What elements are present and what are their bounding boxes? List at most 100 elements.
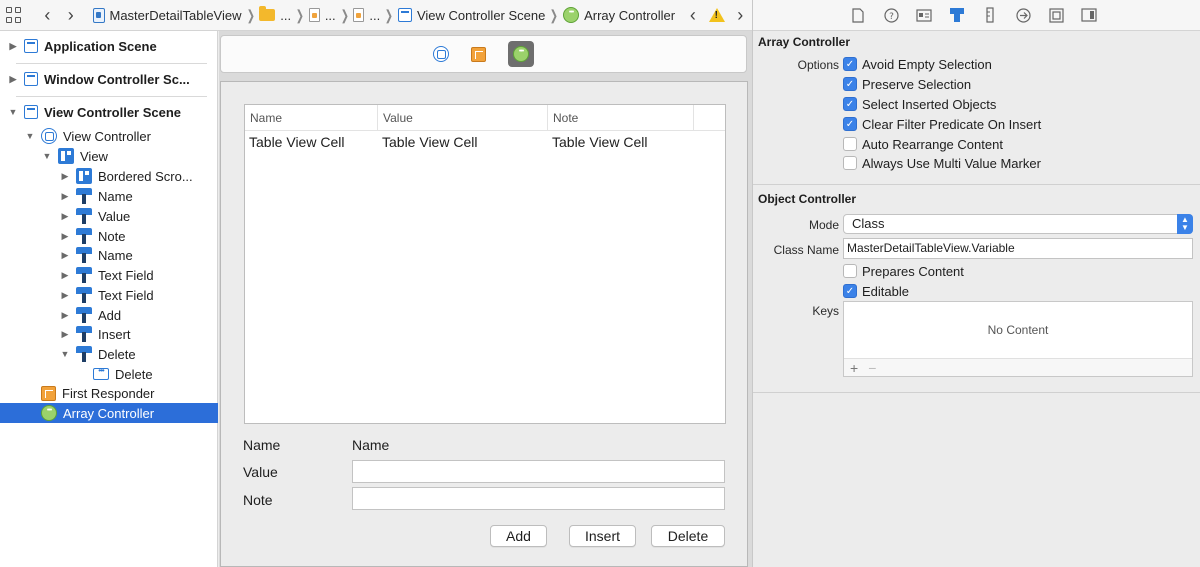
disclosure-triangle-icon[interactable]: ▶ — [60, 329, 70, 340]
remove-key-icon[interactable]: − — [868, 360, 876, 376]
breadcrumb-scene[interactable]: View Controller Scene — [397, 8, 545, 23]
checkbox-checked-icon[interactable]: ✓ — [843, 57, 857, 71]
outline-row-delete-button[interactable]: ▼ Delete — [0, 344, 218, 364]
disclosure-triangle-icon[interactable]: ▶ — [60, 310, 70, 321]
divider — [16, 63, 207, 64]
preserve-selection-checkbox[interactable]: ✓ Preserve Selection — [843, 75, 971, 93]
table-row[interactable]: Table View Cell Table View Cell Table Vi… — [245, 131, 725, 153]
storyboard-canvas[interactable]: Name Value Note Table View Cell Table Vi… — [219, 31, 752, 567]
checkbox-checked-icon[interactable]: ✓ — [843, 77, 857, 91]
prepares-content-checkbox[interactable]: Prepares Content — [843, 262, 964, 280]
outline-row-application-scene[interactable]: ▶ Application Scene — [0, 36, 218, 56]
keys-table[interactable]: No Content + − — [843, 301, 1193, 377]
select-inserted-objects-checkbox[interactable]: ✓ Select Inserted Objects — [843, 95, 996, 113]
outline-row-view[interactable]: ▼ View — [0, 146, 218, 166]
attributes-inspector-icon[interactable] — [949, 7, 965, 23]
warning-icon[interactable] — [708, 8, 725, 22]
view-controller-window[interactable]: Name Value Note Table View Cell Table Vi… — [220, 81, 748, 567]
always-use-multi-value-marker-checkbox[interactable]: Always Use Multi Value Marker — [843, 154, 1041, 172]
disclosure-triangle-icon[interactable]: ▶ — [60, 211, 70, 222]
disclosure-triangle-icon[interactable]: ▶ — [8, 74, 18, 85]
avoid-empty-selection-checkbox[interactable]: ✓ Avoid Empty Selection — [843, 55, 992, 73]
disclosure-triangle-icon[interactable]: ▶ — [60, 270, 70, 281]
disclosure-triangle-icon[interactable]: ▼ — [25, 131, 35, 141]
breadcrumb-separator: ❯ — [550, 6, 559, 23]
disclosure-triangle-icon[interactable]: ▶ — [60, 191, 70, 202]
mode-popup-button[interactable]: Class ▲ ▼ — [843, 214, 1193, 234]
checkbox-unchecked-icon[interactable] — [843, 264, 857, 278]
first-responder-dock-icon[interactable] — [471, 46, 486, 62]
outline-row-name-field[interactable]: ▶ Name — [0, 245, 218, 265]
array-controller-dock-button[interactable] — [508, 41, 534, 67]
disclosure-triangle-icon[interactable]: ▶ — [60, 231, 70, 242]
breadcrumb-separator: ❯ — [246, 6, 255, 23]
quick-help-icon[interactable]: ? — [883, 7, 899, 23]
table-cell[interactable]: Table View Cell — [378, 134, 548, 150]
editable-checkbox[interactable]: ✓ Editable — [843, 282, 909, 300]
outline-row-insert-button[interactable]: ▶ Insert — [0, 324, 218, 344]
back-arrow-icon[interactable]: ‹ — [36, 6, 59, 24]
add-button[interactable]: Add — [490, 525, 547, 547]
connections-inspector-icon[interactable] — [1015, 7, 1031, 23]
breadcrumb-file[interactable]: ... — [308, 8, 336, 23]
outline-row-name-label[interactable]: ▶ Name — [0, 186, 218, 206]
disclosure-triangle-icon[interactable]: ▶ — [60, 250, 70, 261]
column-header-note[interactable]: Note — [548, 105, 694, 130]
checkbox-checked-icon[interactable]: ✓ — [843, 284, 857, 298]
disclosure-triangle-icon[interactable]: ▼ — [42, 151, 52, 161]
note-text-field[interactable] — [352, 487, 725, 510]
breadcrumb-folder[interactable]: ... — [259, 6, 292, 23]
disclosure-triangle-icon[interactable]: ▼ — [60, 349, 70, 359]
identity-inspector-icon[interactable] — [916, 7, 932, 23]
previous-issue-icon[interactable]: ‹ — [681, 6, 704, 24]
auto-rearrange-content-checkbox[interactable]: Auto Rearrange Content — [843, 135, 1003, 153]
file-inspector-icon[interactable] — [850, 7, 866, 23]
table-cell[interactable]: Table View Cell — [548, 134, 694, 150]
table-view[interactable]: Name Value Note Table View Cell Table Vi… — [244, 104, 726, 424]
breadcrumb-separator: ❯ — [384, 6, 394, 23]
outline-row-text-field[interactable]: ▶ Text Field — [0, 265, 218, 285]
disclosure-triangle-icon[interactable]: ▶ — [8, 41, 18, 52]
checkbox-checked-icon[interactable]: ✓ — [843, 97, 857, 111]
checkbox-unchecked-icon[interactable] — [843, 137, 857, 151]
outline-row-bordered-scroll-view[interactable]: ▶ Bordered Scro... — [0, 166, 218, 186]
clear-filter-predicate-checkbox[interactable]: ✓ Clear Filter Predicate On Insert — [843, 115, 1041, 133]
table-cell[interactable]: Table View Cell — [245, 134, 378, 150]
scene-icon — [24, 105, 38, 119]
next-issue-icon[interactable]: › — [729, 6, 752, 24]
disclosure-triangle-icon[interactable]: ▼ — [8, 107, 18, 117]
outline-row-text-field[interactable]: ▶ Text Field — [0, 285, 218, 305]
checkbox-checked-icon[interactable]: ✓ — [843, 117, 857, 131]
outline-row-value-label[interactable]: ▶ Value — [0, 206, 218, 226]
column-header-name[interactable]: Name — [245, 105, 378, 130]
view-controller-dock-icon[interactable] — [433, 46, 449, 62]
outline-row-delete-cell[interactable]: Delete — [0, 364, 218, 384]
outline-row-note-label[interactable]: ▶ Note — [0, 226, 218, 246]
forward-arrow-icon[interactable]: › — [59, 6, 82, 24]
outline-row-window-controller-scene[interactable]: ▶ Window Controller Sc... — [0, 69, 218, 89]
bindings-inspector-icon[interactable] — [1048, 7, 1064, 23]
breadcrumb-project[interactable]: MasterDetailTableView — [92, 7, 242, 23]
related-items-icon[interactable] — [6, 7, 22, 23]
breadcrumb-array-controller[interactable]: Array Controller — [563, 7, 675, 23]
class-name-field[interactable]: MasterDetailTableView.Variable — [843, 238, 1193, 259]
label-icon — [76, 247, 92, 263]
view-effects-inspector-icon[interactable] — [1081, 7, 1097, 23]
insert-button[interactable]: Insert — [569, 525, 636, 547]
value-text-field[interactable] — [352, 460, 725, 483]
disclosure-triangle-icon[interactable]: ▶ — [60, 171, 70, 182]
column-header-value[interactable]: Value — [378, 105, 548, 130]
size-inspector-icon[interactable] — [982, 7, 998, 23]
outline-row-add-button[interactable]: ▶ Add — [0, 305, 218, 325]
breadcrumb-storyboard[interactable]: ... — [353, 8, 380, 23]
breadcrumb-folder-label: ... — [280, 7, 292, 23]
outline-row-view-controller-scene[interactable]: ▼ View Controller Scene — [0, 102, 218, 122]
outline-row-array-controller[interactable]: Array Controller — [0, 403, 218, 423]
outline-row-view-controller[interactable]: ▼ View Controller — [0, 126, 218, 146]
delete-button[interactable]: Delete — [651, 525, 725, 547]
outline-row-first-responder[interactable]: First Responder — [0, 383, 218, 403]
outline-row-label: Delete — [115, 366, 153, 382]
disclosure-triangle-icon[interactable]: ▶ — [60, 290, 70, 301]
checkbox-unchecked-icon[interactable] — [843, 156, 857, 170]
add-key-icon[interactable]: + — [850, 360, 858, 376]
